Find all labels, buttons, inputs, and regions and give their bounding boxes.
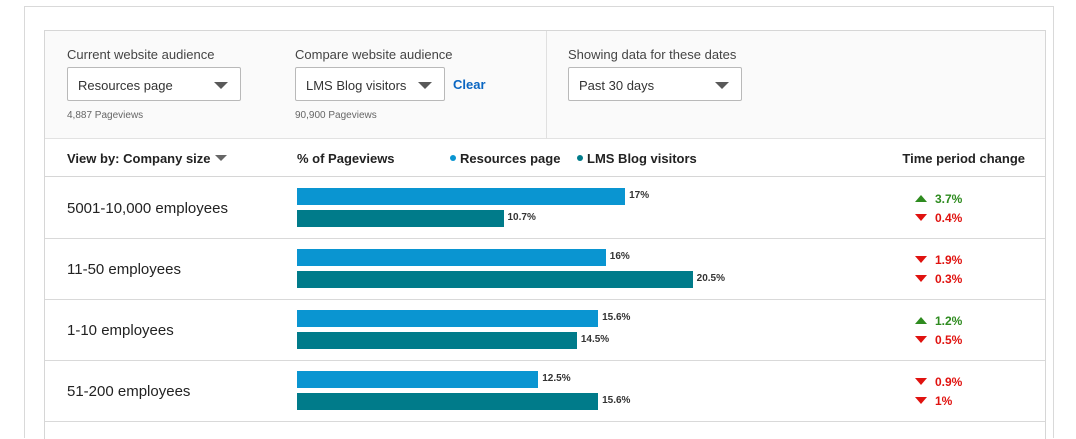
filter-bar: Current website audience Resources page …: [45, 31, 1045, 139]
triangle-down-icon: [915, 378, 927, 385]
table-row: 1-10 employees 15.6% 14.5% 1.2% 0.5%: [45, 300, 1045, 361]
legend-resources-page: Resources page: [450, 151, 560, 166]
bar-value-label: 12.5%: [542, 373, 571, 384]
triangle-up-icon: [915, 317, 927, 324]
chevron-down-icon: [715, 82, 729, 89]
change-decrease: 1%: [915, 394, 952, 408]
chevron-down-icon: [418, 82, 432, 89]
triangle-down-icon: [915, 275, 927, 282]
bar-value-label: 15.6%: [602, 395, 631, 406]
triangle-down-icon: [915, 397, 927, 404]
compare-audience-select[interactable]: LMS Blog visitors: [295, 67, 445, 101]
change-value: 1%: [935, 394, 953, 408]
legend-lms-blog: LMS Blog visitors: [577, 151, 697, 166]
caret-down-icon: [214, 155, 227, 161]
clear-compare-link[interactable]: Clear: [453, 77, 486, 92]
current-audience-value: Resources page: [78, 78, 173, 93]
current-audience-filter: Current website audience Resources page …: [45, 31, 273, 139]
bar-value-label: 14.5%: [580, 334, 610, 345]
compare-audience-filter: Compare website audience LMS Blog visito…: [273, 31, 546, 139]
row-label: 51-200 employees: [67, 383, 191, 400]
page-panel: Current website audience Resources page …: [24, 6, 1054, 439]
change-value: 0.9%: [935, 375, 963, 389]
triangle-down-icon: [915, 214, 927, 221]
metric-column-header: % of Pageviews: [297, 151, 395, 166]
table-row: 5001-10,000 employees 17% 10.7% 3.7% 0.4%: [45, 178, 1045, 239]
resources-page-bar: [297, 188, 626, 205]
current-audience-pageviews: 4,887 Pageviews: [67, 110, 144, 121]
bar-value-label: 20.5%: [696, 273, 725, 284]
compare-audience-value: LMS Blog visitors: [306, 78, 407, 93]
change-value: 0.3%: [935, 272, 963, 286]
change-increase: 1.2%: [915, 314, 962, 328]
date-range-filter: Showing data for these dates Past 30 day…: [546, 31, 1045, 139]
row-label: 11-50 employees: [67, 261, 181, 278]
view-by-dropdown[interactable]: View by: Company size: [67, 151, 227, 166]
change-value: 3.7%: [935, 192, 963, 206]
bar-value-label: 10.7%: [507, 212, 536, 223]
row-label: 5001-10,000 employees: [67, 200, 228, 217]
triangle-down-icon: [915, 256, 927, 263]
compare-audience-label: Compare website audience: [295, 47, 453, 62]
legend-dot-icon: [450, 155, 456, 161]
bar-value-label: 17%: [629, 190, 650, 201]
resources-page-bar: [297, 310, 599, 327]
triangle-down-icon: [915, 336, 927, 343]
resources-page-bar: [297, 371, 539, 388]
change-decrease: 0.3%: [915, 272, 962, 286]
table-row: 11-50 employees 16% 20.5% 1.9% 0.3%: [45, 239, 1045, 300]
change-decrease: 0.4%: [915, 211, 962, 225]
date-range-select[interactable]: Past 30 days: [568, 67, 742, 101]
date-range-label: Showing data for these dates: [568, 47, 737, 62]
resources-page-bar: [297, 249, 606, 266]
change-decrease: 0.5%: [915, 333, 962, 347]
chevron-down-icon: [214, 82, 228, 89]
compare-audience-pageviews: 90,900 Pageviews: [295, 110, 377, 121]
date-range-value: Past 30 days: [579, 78, 655, 93]
legend-label: Resources page: [460, 151, 561, 166]
row-label: 1-10 employees: [67, 322, 174, 339]
current-audience-label: Current website audience: [67, 47, 215, 62]
triangle-up-icon: [915, 195, 927, 202]
lms-blog-bar: [297, 210, 504, 227]
time-period-change-header: Time period change: [902, 151, 1025, 166]
table-row: 51-200 employees 12.5% 15.6% 0.9% 1%: [45, 361, 1045, 422]
current-audience-select[interactable]: Resources page: [67, 67, 241, 101]
legend-label: LMS Blog visitors: [587, 151, 697, 166]
view-by-label: View by: Company size: [67, 151, 211, 166]
change-value: 1.9%: [935, 253, 963, 267]
lms-blog-bar: [297, 332, 577, 349]
change-decrease: 0.9%: [915, 375, 962, 389]
change-value: 0.4%: [935, 211, 963, 225]
change-increase: 3.7%: [915, 192, 962, 206]
change-decrease: 1.9%: [915, 253, 962, 267]
lms-blog-bar: [297, 393, 599, 410]
table-header: View by: Company size % of Pageviews Res…: [45, 139, 1045, 177]
legend-dot-icon: [577, 155, 583, 161]
change-value: 0.5%: [935, 333, 963, 347]
audience-card: Current website audience Resources page …: [44, 30, 1046, 439]
lms-blog-bar: [297, 271, 693, 288]
bar-value-label: 15.6%: [602, 312, 631, 323]
change-value: 1.2%: [935, 314, 963, 328]
bar-value-label: 16%: [609, 251, 630, 262]
